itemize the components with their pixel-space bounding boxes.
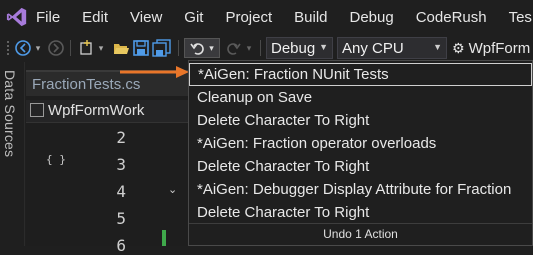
menu-git[interactable]: Git: [184, 9, 203, 26]
undo-item[interactable]: *AiGen: Fraction NUnit Tests: [189, 63, 532, 86]
redo-icon[interactable]: [222, 38, 244, 58]
change-marker: [162, 230, 166, 246]
navigate-back-dropdown-icon[interactable]: ▾: [33, 38, 43, 58]
undo-dropdown-icon[interactable]: ▾: [209, 43, 214, 54]
redo-dropdown-icon[interactable]: ▾: [244, 38, 254, 58]
menu-project[interactable]: Project: [225, 9, 272, 26]
side-tool-strip: Data Sources: [0, 62, 25, 246]
undo-history-dropdown: *AiGen: Fraction NUnit Tests Cleanup on …: [188, 60, 533, 246]
chevron-down-icon: ▼: [433, 42, 442, 52]
navigate-forward-icon[interactable]: [47, 38, 65, 58]
line-number: 5: [116, 209, 126, 228]
line-number: 2: [116, 128, 126, 147]
line-number: 3: [116, 155, 126, 174]
chevron-down-icon: ▼: [319, 42, 328, 52]
menu-bar: File Edit View Git Project Build Debug C…: [0, 0, 533, 34]
undo-button[interactable]: ▾: [184, 38, 220, 58]
menu-view[interactable]: View: [130, 9, 162, 26]
menu-test[interactable]: Tes: [509, 9, 532, 26]
solution-configuration-select[interactable]: Debug ▼: [266, 37, 333, 59]
menu-items: File Edit View Git Project Build Debug C…: [36, 0, 533, 34]
menu-edit[interactable]: Edit: [82, 9, 108, 26]
startup-project-value: WpfForm: [468, 39, 531, 57]
namespace-icon: { }: [46, 153, 66, 166]
toolbar-grip-icon: [4, 38, 12, 58]
annotation-arrow-icon: [120, 66, 189, 78]
line-number: 4: [116, 182, 126, 201]
visual-studio-logo-icon[interactable]: [6, 6, 28, 28]
undo-item[interactable]: *AiGen: Fraction operator overloads: [189, 132, 532, 155]
menu-coderush[interactable]: CodeRush: [416, 9, 487, 26]
undo-item[interactable]: Cleanup on Save: [189, 86, 532, 109]
toolbar-separator: [178, 40, 179, 56]
toolbar-separator: [70, 40, 71, 56]
project-icon: [30, 103, 44, 117]
platform-value: Any CPU: [342, 39, 404, 57]
undo-item[interactable]: *AiGen: Debugger Display Attribute for F…: [189, 178, 532, 201]
menu-debug[interactable]: Debug: [350, 9, 394, 26]
open-folder-icon[interactable]: [112, 38, 130, 58]
navigation-class-label: WpfFormWork: [48, 102, 145, 119]
toolbar: ▾ ▾ ▾ ▾ Debug ▼ Any CPU ▼ ⚙ WpfForm: [0, 34, 533, 62]
solution-platform-select[interactable]: Any CPU ▼: [337, 37, 447, 59]
undo-icon: [190, 43, 205, 55]
new-project-icon[interactable]: [78, 38, 96, 58]
navigate-back-icon[interactable]: [14, 38, 32, 58]
navigation-bar[interactable]: WpfFormWork: [26, 100, 191, 123]
startup-project-select[interactable]: ⚙ WpfForm: [452, 38, 533, 58]
gear-icon: ⚙: [452, 39, 465, 56]
save-all-icon[interactable]: [152, 38, 172, 58]
data-sources-tab[interactable]: Data Sources: [2, 70, 18, 157]
menu-file[interactable]: File: [36, 9, 60, 26]
chevron-down-icon[interactable]: ⌄: [168, 183, 177, 196]
undo-item[interactable]: Delete Character To Right: [189, 155, 532, 178]
undo-count-label: Undo 1 Action: [189, 223, 532, 245]
undo-item[interactable]: Delete Character To Right: [189, 109, 532, 132]
undo-item[interactable]: Delete Character To Right: [189, 201, 532, 224]
new-dropdown-icon[interactable]: ▾: [96, 38, 106, 58]
configuration-value: Debug: [271, 39, 316, 57]
save-icon[interactable]: [132, 38, 150, 58]
toolbar-separator: [260, 40, 261, 56]
menu-build[interactable]: Build: [294, 9, 327, 26]
